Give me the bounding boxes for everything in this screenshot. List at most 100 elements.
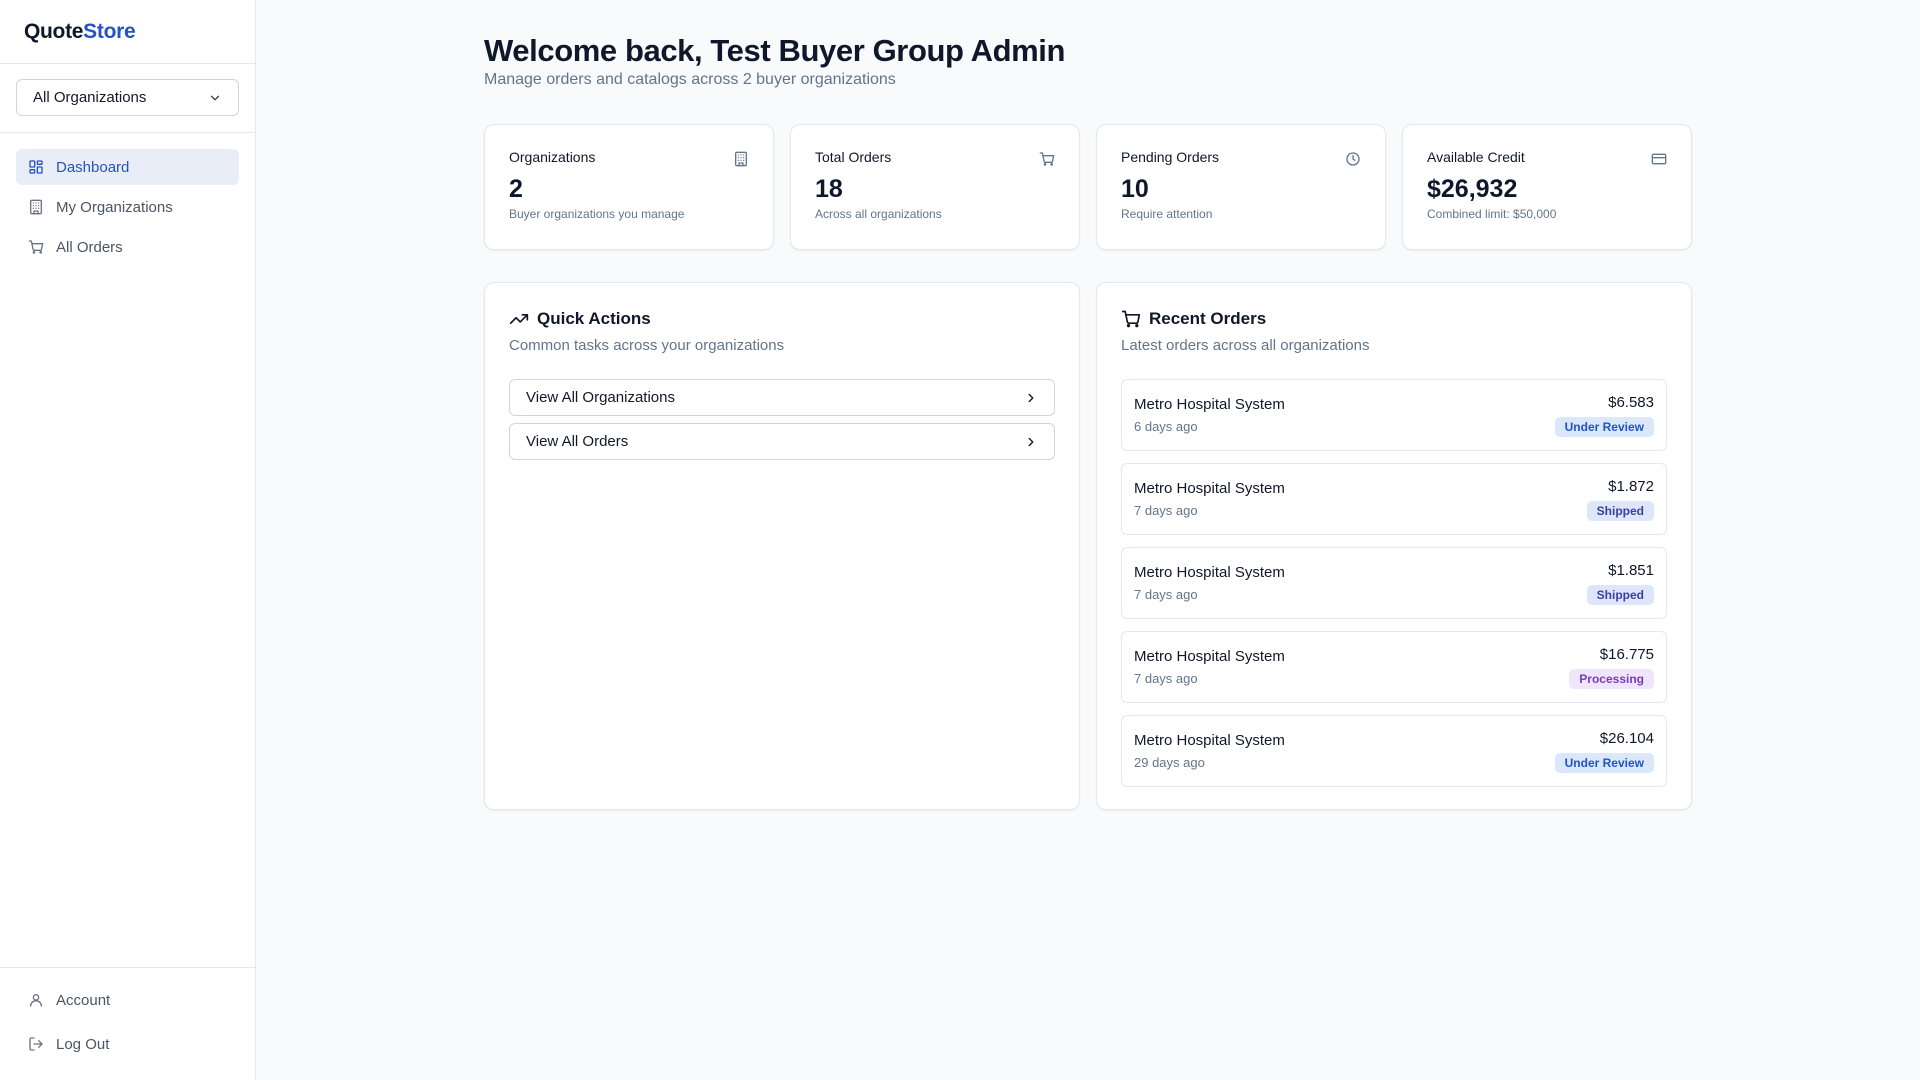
cart-icon: [1121, 309, 1141, 329]
order-row[interactable]: Metro Hospital System 7 days ago $16.775…: [1121, 631, 1667, 703]
sidebar-item-label: Account: [56, 991, 111, 1009]
quick-actions-description: Common tasks across your organizations: [509, 337, 785, 354]
brand-logo[interactable]: Quote Store: [0, 0, 255, 64]
order-meta: $1.872 Shipped: [1586, 477, 1654, 521]
quick-actions-title: Quick Actions: [537, 309, 651, 328]
sidebar-bottom-nav: Account Log Out: [0, 967, 255, 1080]
sidebar-nav: Dashboard My Organizations All Orders: [0, 133, 255, 265]
order-row[interactable]: Metro Hospital System 7 days ago $1.872 …: [1121, 463, 1667, 535]
sidebar: Quote Store All Organizations Dashboard M…: [0, 0, 256, 1080]
status-badge: Shipped: [1586, 584, 1654, 605]
stat-hint: Buyer organizations you manage: [509, 207, 685, 221]
order-time: 7 days ago: [1134, 671, 1198, 686]
page-title: Welcome back, Test Buyer Group Admin: [484, 33, 1066, 68]
panels-row: Quick Actions Common tasks across your o…: [484, 282, 1692, 810]
cart-icon: [1039, 151, 1055, 167]
order-amount: $26.104: [1599, 729, 1654, 747]
order-row[interactable]: Metro Hospital System 7 days ago $1.851 …: [1121, 547, 1667, 619]
order-organization: Metro Hospital System: [1134, 480, 1285, 497]
sidebar-item-dashboard[interactable]: Dashboard: [16, 149, 239, 185]
button-label: View All Orders: [526, 433, 629, 450]
order-info: Metro Hospital System 7 days ago: [1134, 564, 1285, 602]
stat-label: Available Credit: [1427, 149, 1525, 165]
order-organization: Metro Hospital System: [1134, 396, 1285, 413]
stats-row: Organizations 2 Buyer organizations you …: [484, 124, 1692, 250]
stat-value: 2: [509, 175, 523, 203]
order-info: Metro Hospital System 7 days ago: [1134, 480, 1285, 518]
clock-icon: [1345, 151, 1361, 167]
view-all-orders-button[interactable]: View All Orders: [509, 423, 1055, 460]
order-organization: Metro Hospital System: [1134, 564, 1285, 581]
chevron-down-icon: [208, 91, 222, 105]
order-row[interactable]: Metro Hospital System 6 days ago $6.583 …: [1121, 379, 1667, 451]
org-selector-container: All Organizations: [0, 64, 255, 133]
log-out-icon: [28, 1036, 44, 1052]
order-organization: Metro Hospital System: [1134, 648, 1285, 665]
sidebar-item-my-organizations[interactable]: My Organizations: [16, 189, 239, 225]
view-all-organizations-button[interactable]: View All Organizations: [509, 379, 1055, 416]
stat-label: Pending Orders: [1121, 149, 1220, 165]
order-info: Metro Hospital System 29 days ago: [1134, 732, 1285, 770]
recent-orders-panel: Recent Orders Latest orders across all o…: [1096, 282, 1692, 810]
quick-actions-panel: Quick Actions Common tasks across your o…: [484, 282, 1080, 810]
recent-orders-header: Recent Orders: [1121, 307, 1667, 331]
brand-name-part2: Store: [83, 19, 136, 43]
recent-orders-title: Recent Orders: [1149, 309, 1267, 328]
order-amount: $1.851: [1608, 561, 1654, 579]
order-meta: $16.775 Processing: [1569, 646, 1654, 689]
sidebar-item-account[interactable]: Account: [16, 982, 239, 1018]
stat-hint: Require attention: [1121, 207, 1213, 221]
stat-card-organizations: Organizations 2 Buyer organizations you …: [484, 124, 774, 250]
cart-icon: [28, 239, 44, 255]
stat-card-total-orders: Total Orders 18 Across all organizations: [790, 124, 1080, 250]
stat-value: 18: [815, 175, 843, 203]
stat-value: 10: [1121, 175, 1149, 203]
brand-name-part1: Quote: [24, 19, 84, 43]
status-badge: Under Review: [1554, 752, 1654, 773]
recent-orders-list: Metro Hospital System 6 days ago $6.583 …: [1121, 379, 1667, 787]
organization-select[interactable]: All Organizations: [16, 79, 239, 116]
sidebar-item-all-orders[interactable]: All Orders: [16, 229, 239, 265]
order-time: 7 days ago: [1134, 503, 1198, 518]
stat-card-pending-orders: Pending Orders 10 Require attention: [1096, 124, 1386, 250]
order-info: Metro Hospital System 7 days ago: [1134, 648, 1285, 686]
button-label: View All Organizations: [526, 389, 675, 406]
recent-orders-description: Latest orders across all organizations: [1121, 337, 1370, 354]
chevron-right-icon: [1024, 391, 1038, 405]
stat-card-available-credit: Available Credit $26,932 Combined limit:…: [1402, 124, 1692, 250]
building-icon: [733, 151, 749, 167]
order-meta: $6.583 Under Review: [1554, 393, 1654, 437]
chevron-right-icon: [1024, 435, 1038, 449]
credit-card-icon: [1651, 151, 1667, 167]
sidebar-item-label: All Orders: [56, 238, 123, 256]
status-badge: Processing: [1569, 668, 1654, 689]
building-icon: [28, 199, 44, 215]
quick-actions-header: Quick Actions: [509, 307, 1055, 331]
stat-hint: Combined limit: $50,000: [1427, 207, 1557, 221]
dashboard-grid-icon: [28, 159, 44, 175]
sidebar-item-label: Log Out: [56, 1035, 110, 1053]
order-meta: $26.104 Under Review: [1554, 729, 1654, 773]
status-badge: Shipped: [1586, 500, 1654, 521]
organization-select-value: All Organizations: [33, 89, 147, 106]
user-icon: [28, 992, 44, 1008]
order-amount: $1.872: [1608, 477, 1654, 495]
stat-label: Organizations: [509, 149, 596, 165]
order-time: 29 days ago: [1134, 755, 1205, 770]
order-meta: $1.851 Shipped: [1586, 561, 1654, 605]
stat-value: $26,932: [1427, 175, 1518, 203]
order-info: Metro Hospital System 6 days ago: [1134, 396, 1285, 434]
order-amount: $16.775: [1599, 645, 1654, 663]
order-organization: Metro Hospital System: [1134, 732, 1285, 749]
order-amount: $6.583: [1608, 393, 1654, 411]
status-badge: Under Review: [1554, 416, 1654, 437]
order-time: 7 days ago: [1134, 587, 1198, 602]
sidebar-item-log-out[interactable]: Log Out: [16, 1026, 239, 1062]
trending-up-icon: [509, 309, 529, 329]
page-subtitle: Manage orders and catalogs across 2 buye…: [484, 71, 896, 88]
quick-actions-list: View All Organizations View All Orders: [509, 379, 1055, 460]
sidebar-item-label: Dashboard: [56, 158, 130, 176]
sidebar-item-label: My Organizations: [56, 198, 173, 216]
order-row[interactable]: Metro Hospital System 29 days ago $26.10…: [1121, 715, 1667, 787]
stat-label: Total Orders: [815, 149, 892, 165]
